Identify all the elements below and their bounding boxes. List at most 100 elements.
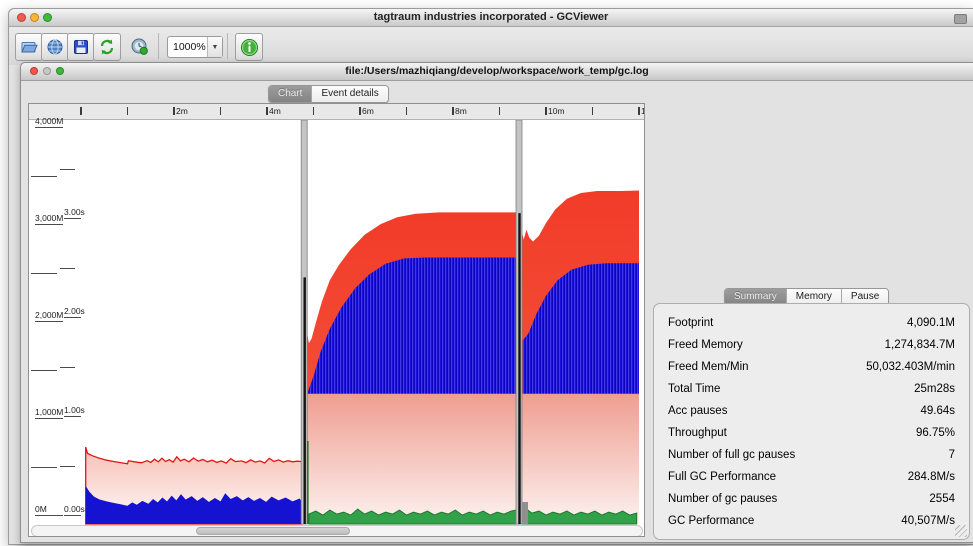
summary-row-value: 50,032.403M/min [866,361,955,373]
x-tick-label: 10m [548,106,565,116]
refresh-button[interactable] [93,33,121,61]
memory-axis-label: 4,000M [35,116,64,128]
x-tick [545,107,547,115]
pause-axis-label: 1.00s [64,405,85,417]
pause-axis-tick [60,366,75,368]
summary-row: Throughput 96.75% [654,422,969,444]
memory-axis-label: 2,000M [35,310,64,322]
x-tick-label: 4m [269,106,281,116]
pause-axis-tick [60,168,75,170]
gc-chart-svg [85,120,639,525]
x-tick [219,107,221,115]
globe-icon [47,39,63,55]
x-tick [266,107,268,115]
pause-axis-tick [60,465,75,467]
x-ruler: 2m 4m 6m 8m 10m 12m [29,104,644,120]
summary-row: Footprint 4,090.1M [654,312,969,334]
view-tabs: Chart Event details [268,85,389,103]
summary-row-label: Full GC Performance [668,471,777,483]
memory-axis-tick [31,369,57,371]
summary-row-label: Freed Memory [668,339,743,351]
zoom-select[interactable]: 1000% ▼ [167,36,223,58]
chevron-down-icon[interactable]: ▼ [207,37,222,57]
summary-row-value: 25m28s [914,383,955,395]
summary-row-label: Total Time [668,383,721,395]
pause-axis-tick [60,267,75,269]
pause-axis-label: 3.00s [64,207,85,219]
memory-axis-label: 0M [35,504,63,516]
summary-row-value: 96.75% [915,427,955,439]
about-button[interactable] [235,33,263,61]
watch-button[interactable] [126,33,152,59]
summary-row: GC Performance 40,507M/s [654,510,969,532]
zoom-value: 1000% [173,41,206,53]
chart-panel: 2m 4m 6m 8m 10m 12m 4,000M 3,000M 2,000M 1,000M 0… [28,103,645,537]
memory-axis-tick [31,175,57,177]
summary-row-label: Footprint [668,317,714,329]
summary-row-value: 40,507M/s [901,515,955,527]
x-tick-label: 2m [176,106,188,116]
x-tick [173,107,175,115]
save-icon [74,40,88,54]
document-titlebar[interactable]: file:/Users/mazhiqiang/develop/workspace… [21,63,973,81]
x-tick [359,107,361,115]
x-tick-label: 8m [455,106,467,116]
x-tick [312,107,314,115]
summary-row: Number of full gc pauses 7 [654,444,969,466]
summary-row-value: 1,274,834.7M [884,339,955,351]
gc-pause-bar [522,502,528,524]
x-tick [405,107,407,115]
summary-row-value: 7 [948,449,955,461]
info-icon [240,38,258,56]
toolbar-toggle-button[interactable] [954,14,967,24]
summary-row-value: 49.64s [920,405,955,417]
x-tick [638,107,640,115]
document-title: file:/Users/mazhiqiang/develop/workspace… [345,65,649,77]
toolbar-separator [227,33,228,59]
memory-axis-tick [31,466,57,468]
tab-chart[interactable]: Chart [269,86,313,102]
summary-row-value: 2554 [929,493,955,505]
x-tick-label: 12m [641,106,644,116]
summary-row-value: 4,090.1M [907,317,955,329]
summary-row: Full GC Performance 284.8M/s [654,466,969,488]
export-button[interactable] [67,33,95,61]
x-tick [80,107,82,115]
summary-row: Number of gc pauses 2554 [654,488,969,510]
memory-axis-label: 1,000M [35,407,64,419]
summary-row: Total Time 25m28s [654,378,969,400]
watch-icon [131,38,148,55]
open-file-button[interactable] [15,33,43,61]
x-tick [498,107,500,115]
window-title: tagtraum industries incorporated - GCVie… [373,11,609,23]
summary-row-value: 284.8M/s [907,471,955,483]
x-tick [126,107,128,115]
x-tick-label: 6m [362,106,374,116]
recycle-arrows-icon [100,39,114,55]
h-scrollbar[interactable] [31,525,643,536]
summary-row-label: GC Performance [668,515,755,527]
summary-row-label: Acc pauses [668,405,728,417]
toolbar: 1000% ▼ [9,27,973,65]
series-used-tenured [306,393,639,524]
h-scrollbar-thumb[interactable] [196,527,350,535]
summary-row-label: Number of gc pauses [668,493,778,505]
toolbar-separator [158,33,159,59]
open-url-button[interactable] [41,33,69,61]
x-tick [591,107,593,115]
summary-row-label: Number of full gc pauses [668,449,796,461]
x-tick [452,107,454,115]
summary-row: Acc pauses 49.64s [654,400,969,422]
summary-row-label: Freed Mem/Min [668,361,749,373]
summary-row: Freed Memory 1,274,834.7M [654,334,969,356]
summary-row: Freed Mem/Min 50,032.403M/min [654,356,969,378]
pause-axis-label: 0.00s [64,504,85,516]
resize-grip-icon[interactable] [955,525,967,537]
tab-event-details[interactable]: Event details [312,86,388,102]
summary-panel: Footprint 4,090.1M Freed Memory 1,274,834.7… [653,303,970,540]
memory-axis-tick [31,272,57,274]
memory-axis-label: 3,000M [35,213,64,225]
summary-row-label: Throughput [668,427,727,439]
main-titlebar[interactable]: tagtraum industries incorporated - GCVie… [9,9,973,27]
folder-icon [20,42,38,53]
